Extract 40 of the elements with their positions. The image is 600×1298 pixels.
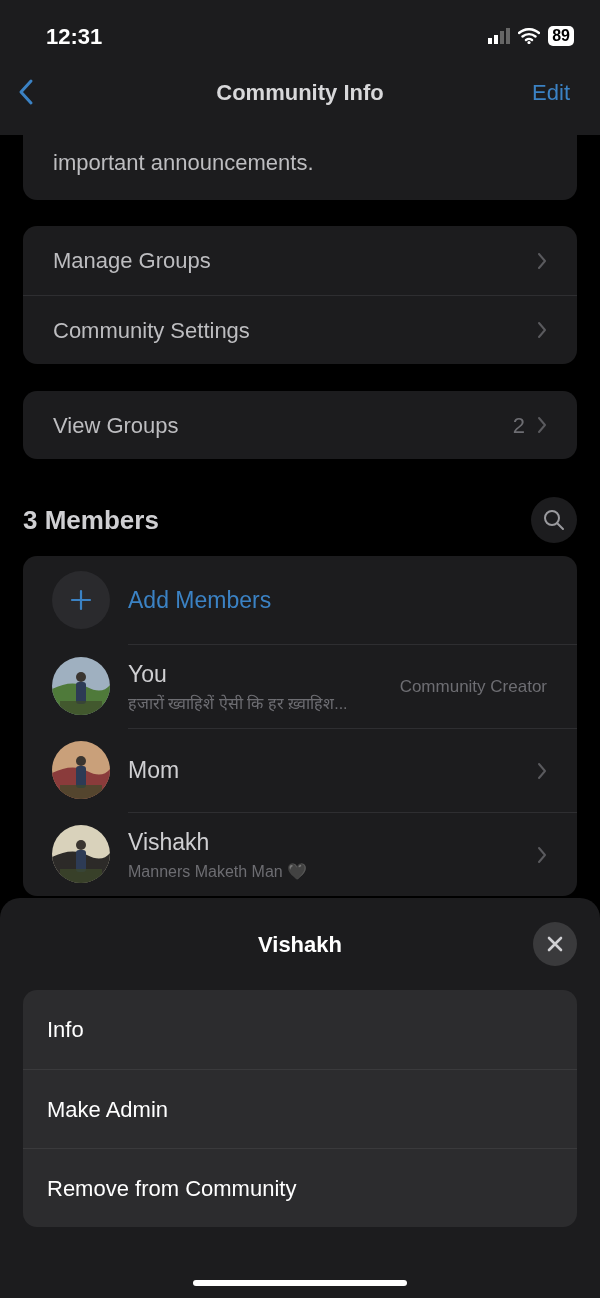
view-groups-row[interactable]: View Groups 2 [23,391,577,459]
close-icon [546,935,564,953]
group-count: 2 [512,411,525,440]
row-label: Community Settings [53,316,250,345]
edit-button[interactable]: Edit [532,76,570,109]
member-role: Community Creator [399,675,547,698]
description-text: important announcements. [53,150,314,175]
row-label: View Groups [53,411,179,440]
member-name: You [128,660,168,690]
window-title: Community Info [216,79,384,107]
search-button[interactable] [531,497,577,543]
chevron-icon [537,321,547,339]
member-status: हजारों ख्वाहिशें ऐसी कि हर ख़्वाहिश... [128,693,349,714]
chevron-icon [537,416,547,434]
chevron-icon [537,251,547,270]
menu-item[interactable]: Remove from Community [23,1148,577,1227]
member-row[interactable]: Mom [52,728,577,812]
member-row[interactable]: Vishakh Manners Maketh Man 🖤 [52,812,577,896]
back-icon [18,78,34,106]
settings-row[interactable]: Manage Groups [23,226,577,295]
menu-item[interactable]: Make Admin [23,1069,577,1148]
sheet-title: Vishakh [258,930,342,959]
wifi-icon [518,28,541,44]
add-members-label: Add Members [128,585,272,615]
menu-item[interactable]: Info [23,990,577,1069]
member-name: Vishakh [128,828,211,858]
search-icon [543,509,565,531]
add-members-row[interactable]: Add Members [52,556,577,644]
member-name: Mom [128,756,181,786]
row-label: Manage Groups [53,247,211,275]
member-status: Manners Maketh Man 🖤 [128,861,309,882]
member-row[interactable]: You हजारों ख्वाहिशें ऐसी कि हर ख़्वाहिश... Community Creator [52,644,577,728]
battery-level: 89 [548,26,574,46]
back-button[interactable] [18,78,34,106]
close-button[interactable] [533,922,577,966]
status-time: 12:31 [46,22,103,51]
signal-icon [488,28,511,44]
settings-row[interactable]: Community Settings [23,295,577,364]
plus-icon [69,588,93,612]
members-heading: 3 Members [23,503,159,537]
